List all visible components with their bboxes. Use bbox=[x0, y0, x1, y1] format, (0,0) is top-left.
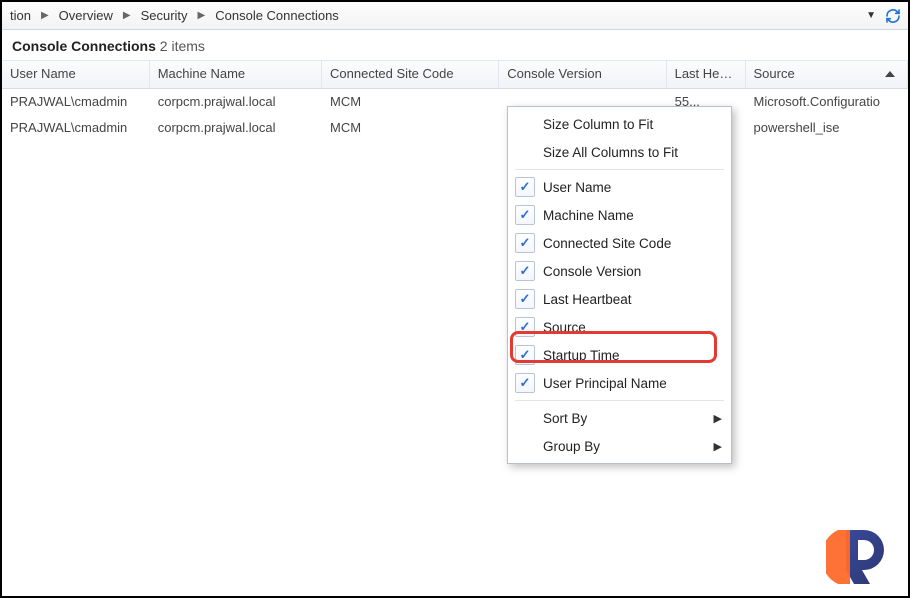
check-icon: ✓ bbox=[515, 317, 535, 337]
check-icon: ✓ bbox=[515, 177, 535, 197]
menu-label: Machine Name bbox=[543, 208, 634, 223]
breadcrumb: tion ▶ Overview ▶ Security ▶ Console Con… bbox=[2, 2, 908, 30]
table-row[interactable]: PRAJWAL\cmadmin corpcm.prajwal.local MCM… bbox=[2, 115, 908, 141]
col-header-site[interactable]: Connected Site Code bbox=[322, 61, 499, 88]
menu-sort-by[interactable]: ✓ Sort By ▶ bbox=[511, 404, 728, 432]
menu-label: Startup Time bbox=[543, 348, 620, 363]
breadcrumb-dropdown[interactable]: ▼ bbox=[864, 10, 878, 21]
col-header-source-label: Source bbox=[754, 66, 795, 81]
col-header-user[interactable]: User Name bbox=[2, 61, 150, 88]
column-context-menu: ✓ Size Column to Fit ✓ Size All Columns … bbox=[507, 106, 732, 464]
check-icon: ✓ bbox=[515, 373, 535, 393]
col-header-machine[interactable]: Machine Name bbox=[150, 61, 322, 88]
page-title: Console Connections 2 items bbox=[2, 30, 908, 61]
menu-label: Size All Columns to Fit bbox=[543, 145, 678, 160]
item-count: 2 items bbox=[160, 38, 205, 54]
menu-label: Console Version bbox=[543, 264, 641, 279]
menu-col-machine-name[interactable]: ✓ Machine Name bbox=[511, 201, 728, 229]
check-icon: ✓ bbox=[515, 233, 535, 253]
cell-site: MCM bbox=[322, 115, 499, 141]
menu-separator bbox=[515, 400, 724, 401]
watermark-logo-icon bbox=[826, 524, 898, 588]
column-headers: User Name Machine Name Connected Site Co… bbox=[2, 61, 908, 89]
cell-site: MCM bbox=[322, 89, 499, 115]
cell-source: Microsoft.Configuratio bbox=[746, 89, 908, 115]
cell-user: PRAJWAL\cmadmin bbox=[2, 115, 150, 141]
breadcrumb-item[interactable]: Overview bbox=[57, 8, 115, 23]
menu-size-column-fit[interactable]: ✓ Size Column to Fit bbox=[511, 110, 728, 138]
menu-label: Source bbox=[543, 320, 586, 335]
chevron-right-icon: ▶ bbox=[196, 10, 208, 21]
menu-label: User Principal Name bbox=[543, 376, 667, 391]
check-icon: ✓ bbox=[515, 345, 535, 365]
chevron-right-icon: ▶ bbox=[714, 412, 722, 425]
menu-label: User Name bbox=[543, 180, 611, 195]
cell-machine: corpcm.prajwal.local bbox=[150, 115, 322, 141]
check-icon: ✓ bbox=[515, 289, 535, 309]
menu-col-user-principal-name[interactable]: ✓ User Principal Name bbox=[511, 369, 728, 397]
menu-col-user-name[interactable]: ✓ User Name bbox=[511, 173, 728, 201]
menu-col-console-version[interactable]: ✓ Console Version bbox=[511, 257, 728, 285]
cell-user: PRAJWAL\cmadmin bbox=[2, 89, 150, 115]
table-row[interactable]: PRAJWAL\cmadmin corpcm.prajwal.local MCM… bbox=[2, 89, 908, 115]
menu-label: Connected Site Code bbox=[543, 236, 671, 251]
cell-source: powershell_ise bbox=[746, 115, 908, 141]
col-header-heartbeat[interactable]: Last Heartbeat bbox=[667, 61, 746, 88]
check-icon: ✓ bbox=[515, 205, 535, 225]
check-icon: ✓ bbox=[515, 261, 535, 281]
menu-separator bbox=[515, 169, 724, 170]
chevron-right-icon: ▶ bbox=[39, 10, 51, 21]
col-header-source[interactable]: Source bbox=[746, 61, 908, 88]
menu-col-last-heartbeat[interactable]: ✓ Last Heartbeat bbox=[511, 285, 728, 313]
menu-label: Last Heartbeat bbox=[543, 292, 632, 307]
data-grid: User Name Machine Name Connected Site Co… bbox=[2, 61, 908, 141]
menu-col-connected-site-code[interactable]: ✓ Connected Site Code bbox=[511, 229, 728, 257]
breadcrumb-item[interactable]: tion bbox=[8, 8, 33, 23]
sort-asc-icon bbox=[885, 71, 895, 77]
cell-machine: corpcm.prajwal.local bbox=[150, 89, 322, 115]
menu-size-all-columns-fit[interactable]: ✓ Size All Columns to Fit bbox=[511, 138, 728, 166]
menu-label: Sort By bbox=[543, 411, 587, 426]
breadcrumb-item[interactable]: Console Connections bbox=[213, 8, 341, 23]
menu-label: Size Column to Fit bbox=[543, 117, 653, 132]
menu-col-startup-time[interactable]: ✓ Startup Time bbox=[511, 341, 728, 369]
col-header-version[interactable]: Console Version bbox=[499, 61, 666, 88]
chevron-right-icon: ▶ bbox=[121, 10, 133, 21]
refresh-icon[interactable] bbox=[884, 7, 902, 25]
menu-group-by[interactable]: ✓ Group By ▶ bbox=[511, 432, 728, 460]
breadcrumb-item[interactable]: Security bbox=[139, 8, 190, 23]
chevron-right-icon: ▶ bbox=[714, 440, 722, 453]
title-text: Console Connections bbox=[12, 38, 156, 54]
menu-label: Group By bbox=[543, 439, 600, 454]
menu-col-source[interactable]: ✓ Source bbox=[511, 313, 728, 341]
